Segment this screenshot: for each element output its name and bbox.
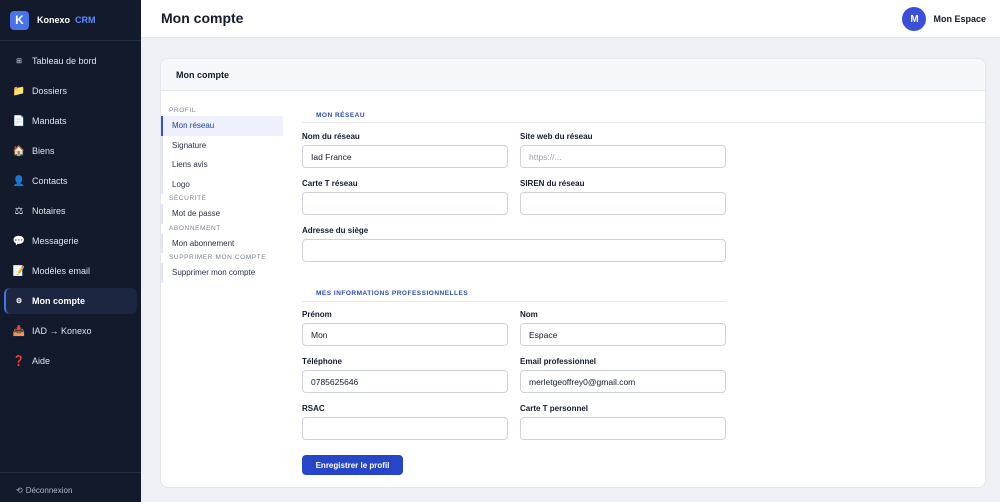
sidebar-item-label: Messagerie bbox=[32, 236, 79, 246]
phone-input[interactable] bbox=[302, 370, 508, 393]
section-divider bbox=[302, 122, 985, 123]
sidebar-divider bbox=[0, 472, 141, 473]
dashboard-icon: ⊞ bbox=[16, 58, 22, 65]
konexo-logo-icon: K bbox=[10, 10, 29, 30]
user-name: Mon Espace bbox=[933, 14, 986, 24]
sidebar-item-label: Biens bbox=[32, 146, 55, 156]
phone-label: Téléphone bbox=[302, 357, 343, 366]
section-title-network: MON RÉSEAU bbox=[316, 112, 366, 119]
page-title: Mon compte bbox=[161, 10, 244, 26]
document-icon: 📄 bbox=[12, 115, 26, 127]
sidebar-item-aide[interactable]: ❓ Aide bbox=[4, 348, 137, 374]
subnav-item-signature[interactable]: Signature bbox=[161, 135, 283, 155]
save-profile-button[interactable]: Enregistrer le profil bbox=[302, 455, 403, 475]
section-divider bbox=[302, 301, 726, 302]
brand-name: Konexo bbox=[37, 15, 71, 25]
carte-t-network-label: Carte T réseau bbox=[302, 179, 358, 188]
topbar: Mon compte M Mon Espace bbox=[141, 0, 1000, 38]
sidebar: K Konexo CRM ⊞ Tableau de bord 📁 Dossier… bbox=[0, 0, 141, 502]
logout-label: Déconnexion bbox=[25, 486, 73, 495]
logout-button[interactable]: ⟲ Déconnexion bbox=[16, 486, 72, 495]
subnav-group-supprimer: SUPPRIMER MON COMPTE bbox=[169, 254, 267, 261]
sidebar-item-tableau-de-bord[interactable]: ⊞ Tableau de bord bbox=[4, 48, 137, 74]
inbox-tray-icon: 📥 bbox=[12, 325, 26, 337]
sidebar-divider bbox=[0, 40, 141, 41]
question-mark-icon: ❓ bbox=[12, 355, 26, 367]
subnav-item-mon-abonnement[interactable]: Mon abonnement bbox=[161, 233, 283, 253]
subnav-item-liens-avis[interactable]: Liens avis bbox=[161, 155, 283, 175]
sidebar-item-label: IAD → Konexo bbox=[32, 326, 92, 336]
person-icon: 👤 bbox=[12, 175, 26, 187]
network-website-label: Site web du réseau bbox=[520, 132, 593, 141]
avatar: M bbox=[902, 7, 927, 31]
sidebar-item-label: Tableau de bord bbox=[32, 56, 97, 66]
logout-icon: ⟲ bbox=[16, 486, 23, 495]
first-name-label: Prénom bbox=[302, 310, 332, 319]
email-label: Email professionnel bbox=[520, 357, 597, 366]
subnav-group-profil: PROFIL bbox=[169, 107, 197, 114]
subnav-item-mot-de-passe[interactable]: Mot de passe bbox=[161, 204, 283, 224]
first-name-input[interactable] bbox=[302, 323, 508, 346]
account-subnav: PROFIL Mon réseau Signature Liens avis L… bbox=[161, 106, 283, 283]
brand-suffix: CRM bbox=[75, 15, 96, 25]
subnav-group-securite: SÉCURITÉ bbox=[169, 195, 207, 202]
card-title: Mon compte bbox=[161, 59, 985, 91]
email-input[interactable] bbox=[520, 370, 726, 393]
folder-icon: 📁 bbox=[12, 85, 26, 97]
sidebar-item-contacts[interactable]: 👤 Contacts bbox=[4, 168, 137, 194]
subnav-item-mon-reseau[interactable]: Mon réseau bbox=[161, 116, 283, 136]
last-name-input[interactable] bbox=[520, 323, 726, 346]
gear-icon: ⚙ bbox=[15, 298, 23, 305]
subnav-item-supprimer-mon-compte[interactable]: Supprimer mon compte bbox=[161, 263, 283, 283]
section-title-professional: MES INFORMATIONS PROFESSIONNELLES bbox=[316, 290, 469, 297]
carte-t-personal-input[interactable] bbox=[520, 417, 726, 440]
sidebar-item-label: Mandats bbox=[32, 116, 67, 126]
sidebar-item-label: Modèles email bbox=[32, 266, 91, 276]
network-website-input[interactable] bbox=[520, 145, 726, 168]
scales-icon: ⚖ bbox=[14, 205, 24, 217]
sidebar-item-label: Notaires bbox=[32, 206, 66, 216]
memo-icon: 📝 bbox=[12, 265, 26, 277]
sidebar-nav: ⊞ Tableau de bord 📁 Dossiers 📄 Mandats 🏠… bbox=[0, 48, 141, 378]
sidebar-item-notaires[interactable]: ⚖ Notaires bbox=[4, 198, 137, 224]
sidebar-item-mandats[interactable]: 📄 Mandats bbox=[4, 108, 137, 134]
brand[interactable]: K Konexo CRM bbox=[0, 0, 141, 40]
last-name-label: Nom bbox=[520, 310, 538, 319]
sidebar-item-mon-compte[interactable]: ⚙ Mon compte bbox=[4, 288, 137, 314]
carte-t-personal-label: Carte T personnel bbox=[520, 404, 589, 413]
account-card: Mon compte PROFIL Mon réseau Signature L… bbox=[160, 58, 986, 488]
hq-address-input[interactable] bbox=[302, 239, 726, 262]
sidebar-item-dossiers[interactable]: 📁 Dossiers bbox=[4, 78, 137, 104]
sidebar-item-biens[interactable]: 🏠 Biens bbox=[4, 138, 137, 164]
subnav-item-logo[interactable]: Logo bbox=[161, 174, 283, 194]
user-menu[interactable]: M Mon Espace bbox=[902, 7, 986, 31]
sidebar-item-iad-konexo[interactable]: 📥 IAD → Konexo bbox=[4, 318, 137, 344]
sidebar-item-messagerie[interactable]: 💬 Messagerie bbox=[4, 228, 137, 254]
rsac-label: RSAC bbox=[302, 404, 325, 413]
rsac-input[interactable] bbox=[302, 417, 508, 440]
sidebar-item-label: Aide bbox=[32, 356, 51, 366]
subnav-group-abonnement: ABONNEMENT bbox=[169, 224, 221, 232]
house-icon: 🏠 bbox=[12, 145, 26, 157]
sidebar-item-label: Dossiers bbox=[32, 86, 68, 96]
network-name-label: Nom du réseau bbox=[302, 132, 360, 141]
sidebar-item-label: Mon compte bbox=[32, 296, 85, 306]
chat-bubble-icon: 💬 bbox=[12, 235, 26, 247]
hq-address-label: Adresse du siège bbox=[302, 226, 369, 235]
sidebar-item-modeles-email[interactable]: 📝 Modèles email bbox=[4, 258, 137, 284]
sidebar-item-label: Contacts bbox=[32, 176, 68, 186]
siren-input[interactable] bbox=[520, 192, 726, 215]
siren-label: SIREN du réseau bbox=[520, 179, 585, 188]
carte-t-network-input[interactable] bbox=[302, 192, 508, 215]
network-name-input[interactable] bbox=[302, 145, 508, 168]
